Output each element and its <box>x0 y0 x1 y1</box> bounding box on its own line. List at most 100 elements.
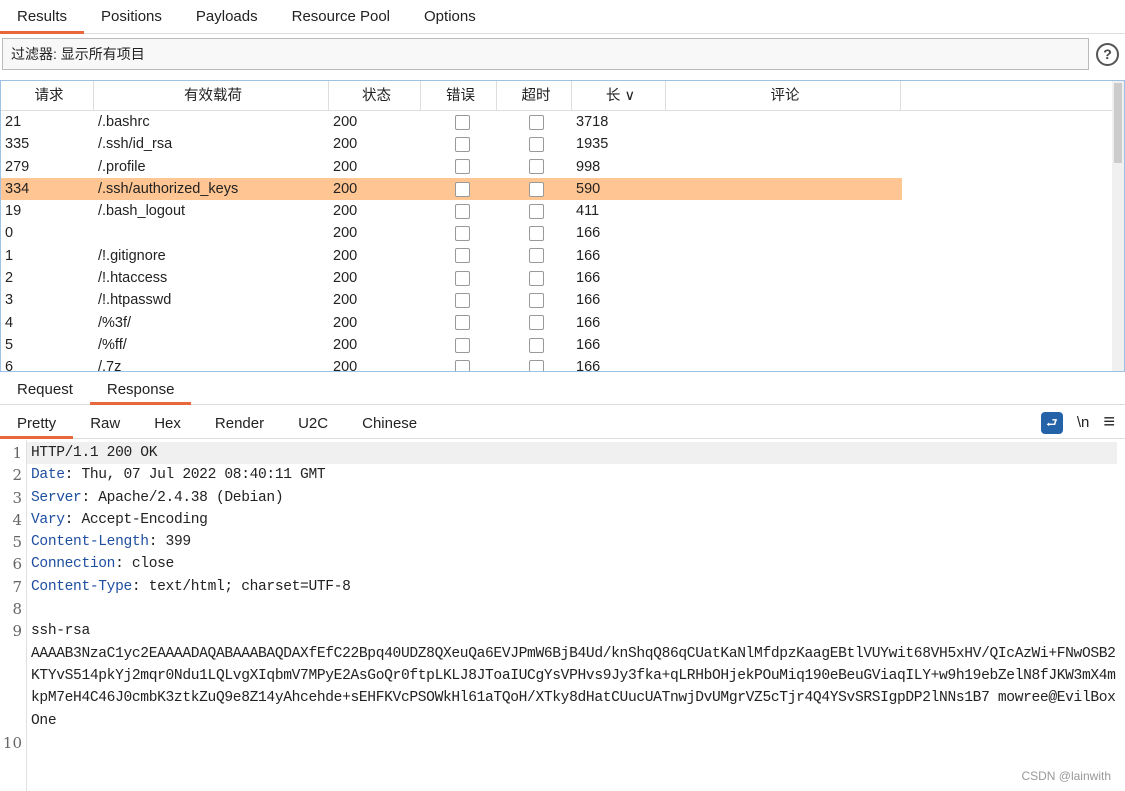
checkbox[interactable] <box>529 359 544 371</box>
cell-timeout <box>497 334 572 356</box>
checkbox[interactable] <box>455 226 470 242</box>
column-header[interactable]: 超时 <box>497 81 572 110</box>
checkbox[interactable] <box>529 226 544 242</box>
tab-chinese[interactable]: Chinese <box>345 408 434 438</box>
checkbox[interactable] <box>529 136 544 152</box>
table-row[interactable]: 5 /%ff/200 166 <box>1 334 902 356</box>
checkbox[interactable] <box>455 270 470 286</box>
tab-raw[interactable]: Raw <box>73 408 137 438</box>
checkbox[interactable] <box>455 293 470 309</box>
checkbox[interactable] <box>455 159 470 175</box>
header-name: Content-Length <box>31 534 149 551</box>
line-number: 3 <box>12 488 22 507</box>
table-row[interactable]: 2 /!.htaccess 200 166 <box>1 267 902 289</box>
column-header[interactable]: 长 ∨ <box>572 81 666 110</box>
cell-comment <box>666 222 901 244</box>
cell-status: 200 <box>333 225 358 242</box>
help-icon[interactable]: ? <box>1096 43 1119 66</box>
scrollbar[interactable] <box>1112 81 1124 371</box>
tab-request[interactable]: Request <box>0 376 90 404</box>
cell-length: 590 <box>576 180 601 197</box>
checkbox[interactable] <box>529 315 544 331</box>
cell-length: 166 <box>576 314 601 331</box>
checkbox[interactable] <box>455 114 470 130</box>
cell-status: 200 <box>333 247 358 264</box>
checkbox[interactable] <box>529 181 544 197</box>
cell-timeout <box>497 312 572 334</box>
cell-status: 200 <box>333 314 358 331</box>
tab-results[interactable]: Results <box>0 0 85 34</box>
tab-positions[interactable]: Positions <box>84 0 179 33</box>
table-row[interactable]: 279 /.profile 200 998 <box>1 156 902 178</box>
column-header[interactable]: 评论 <box>666 81 901 110</box>
menu-icon[interactable]: ≡ <box>1103 411 1115 434</box>
line-number: 5 <box>12 533 22 552</box>
checkbox[interactable] <box>455 248 470 264</box>
view-tabs: Pretty Raw Hex Render U2C Chinese <box>0 408 1125 439</box>
cell-error <box>421 334 497 356</box>
table-row[interactable]: 335 /.ssh/id_rsa 200 1935 <box>1 133 902 155</box>
checkbox[interactable] <box>529 270 544 286</box>
response-line: 9 ssh-rsa AAAAB3NzaC1yc2EAAAADAQABAAABAQD… <box>0 620 1125 731</box>
checkbox[interactable] <box>529 114 544 130</box>
table-row[interactable]: 0 200 166 <box>1 222 902 244</box>
cell-request: 335 <box>5 136 30 153</box>
results-table: 请求 有效载荷 状态 错误 超时长 ∨ 评论 21/.bashrc 200 3718 335/.… <box>0 80 1125 372</box>
tab-options[interactable]: Options <box>407 0 493 33</box>
tab-u2c[interactable]: U2C <box>281 408 345 438</box>
filter-bar[interactable]: 过滤器: 显示所有项目 <box>2 38 1089 70</box>
column-header[interactable]: 有效载荷 <box>94 81 329 110</box>
tab-pretty[interactable]: Pretty <box>0 408 74 439</box>
header-value: : text/html; charset=UTF-8 <box>131 578 351 595</box>
line-text: Content-Length: 399 <box>27 531 1117 553</box>
checkbox[interactable] <box>455 359 470 371</box>
newline-toggle[interactable]: \n <box>1077 414 1090 431</box>
table-row[interactable]: 334 /.ssh/authorized_keys 200 590 <box>1 177 902 201</box>
checkbox[interactable] <box>455 203 470 219</box>
tab-payloads[interactable]: Payloads <box>179 0 275 33</box>
cell-timeout <box>497 133 572 155</box>
cell-comment <box>666 334 901 356</box>
cell-length: 3718 <box>576 114 609 130</box>
cell-payload: /.profile <box>98 158 146 175</box>
tab-resource-pool[interactable]: Resource Pool <box>275 0 407 33</box>
cell-payload: /%ff/ <box>98 336 127 353</box>
table-row[interactable]: 3 /!.htpasswd 200 166 <box>1 289 902 311</box>
cell-timeout <box>497 267 572 289</box>
column-header[interactable]: 错误 <box>421 81 497 110</box>
response-line: 10 <box>0 732 1125 754</box>
column-header[interactable]: 请求 <box>1 81 94 110</box>
cell-timeout <box>497 356 572 371</box>
table-row[interactable]: 19 /.bash_logout 200 411 <box>1 200 902 222</box>
tab-render[interactable]: Render <box>198 408 281 438</box>
checkbox[interactable] <box>529 159 544 175</box>
cell-error <box>421 267 497 289</box>
cell-comment <box>666 356 901 371</box>
cell-request: 5 <box>5 336 14 353</box>
word-wrap-icon[interactable]: ⮐ <box>1040 411 1063 434</box>
cell-timeout <box>497 156 572 178</box>
response-editor[interactable]: 1 HTTP/1.1 200 OK 2 Date: Thu, 07 Jul 2022 … <box>0 440 1125 791</box>
table-row[interactable]: 21 /.bashrc 200 3718 <box>1 111 902 133</box>
cell-error <box>421 156 497 178</box>
checkbox[interactable] <box>529 337 544 353</box>
checkbox[interactable] <box>529 203 544 219</box>
checkbox[interactable] <box>455 337 470 353</box>
tab-response[interactable]: Response <box>89 376 192 405</box>
table-row[interactable]: 4 /%3f/200 166 <box>1 312 902 334</box>
table-row[interactable]: 1 /!.gitignore 200 166 <box>1 245 902 267</box>
cell-error <box>421 222 497 244</box>
checkbox[interactable] <box>455 181 470 197</box>
checkbox[interactable] <box>529 248 544 264</box>
checkbox[interactable] <box>455 136 470 152</box>
cell-comment <box>666 133 901 155</box>
column-header[interactable]: 状态 <box>329 81 421 110</box>
cell-length: 166 <box>576 247 601 264</box>
table-row[interactable]: 6 /.7z 200 166 <box>1 356 902 371</box>
header-name: Connection <box>31 556 116 573</box>
response-line: 2 Date: Thu, 07 Jul 2022 08:40:11 GMT <box>0 464 1125 486</box>
checkbox[interactable] <box>529 293 544 309</box>
tab-hex[interactable]: Hex <box>137 408 198 438</box>
checkbox[interactable] <box>455 315 470 331</box>
column-header-empty <box>901 81 1113 110</box>
